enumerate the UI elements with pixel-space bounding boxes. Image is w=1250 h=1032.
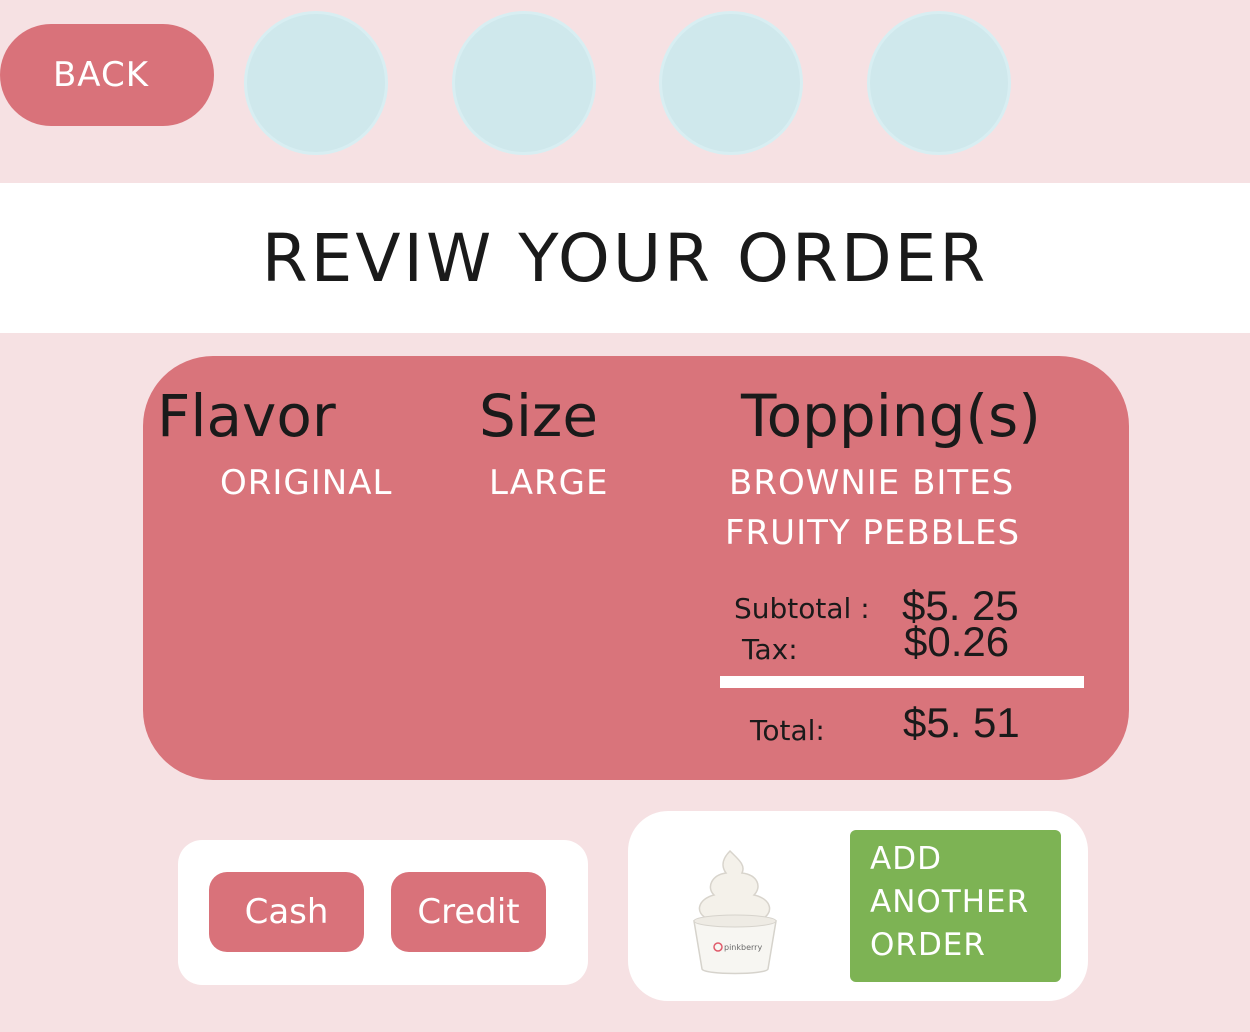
flavor-header: Flavor <box>157 382 336 450</box>
title-band: REVIW YOUR ORDER <box>0 183 1250 333</box>
toppings-header: Topping(s) <box>741 382 1041 450</box>
cup-brand-text: pinkberry <box>724 943 762 952</box>
tax-label: Tax: <box>742 633 798 666</box>
subtotal-label: Subtotal : <box>734 592 870 625</box>
add-order-panel: pinkberry ADD ANOTHER ORDER <box>628 811 1088 1001</box>
add-another-order-button[interactable]: ADD ANOTHER ORDER <box>850 830 1061 982</box>
step-indicator-1 <box>244 11 388 155</box>
step-indicator-4 <box>867 11 1011 155</box>
size-value: LARGE <box>489 463 609 503</box>
page-title: REVIW YOUR ORDER <box>261 219 989 297</box>
back-button[interactable]: BACK <box>0 24 214 126</box>
credit-button[interactable]: Credit <box>391 872 546 952</box>
topping-item-1: BROWNIE BITES <box>729 463 1015 503</box>
topping-item-2: FRUITY PEBBLES <box>725 513 1021 553</box>
total-label: Total: <box>750 714 825 747</box>
total-value: $5. 51 <box>903 699 1020 746</box>
step-indicator-2 <box>452 11 596 155</box>
frozen-yogurt-cup-icon: pinkberry <box>693 849 777 975</box>
total-divider <box>720 676 1084 688</box>
cash-button[interactable]: Cash <box>209 872 364 952</box>
step-indicator-3 <box>659 11 803 155</box>
size-header: Size <box>479 382 599 450</box>
tax-value: $0.26 <box>904 618 1010 665</box>
flavor-value: ORIGINAL <box>220 463 393 503</box>
order-summary-card: Flavor Size Topping(s) ORIGINAL LARGE BR… <box>143 356 1129 780</box>
payment-panel: Cash Credit <box>178 840 588 985</box>
